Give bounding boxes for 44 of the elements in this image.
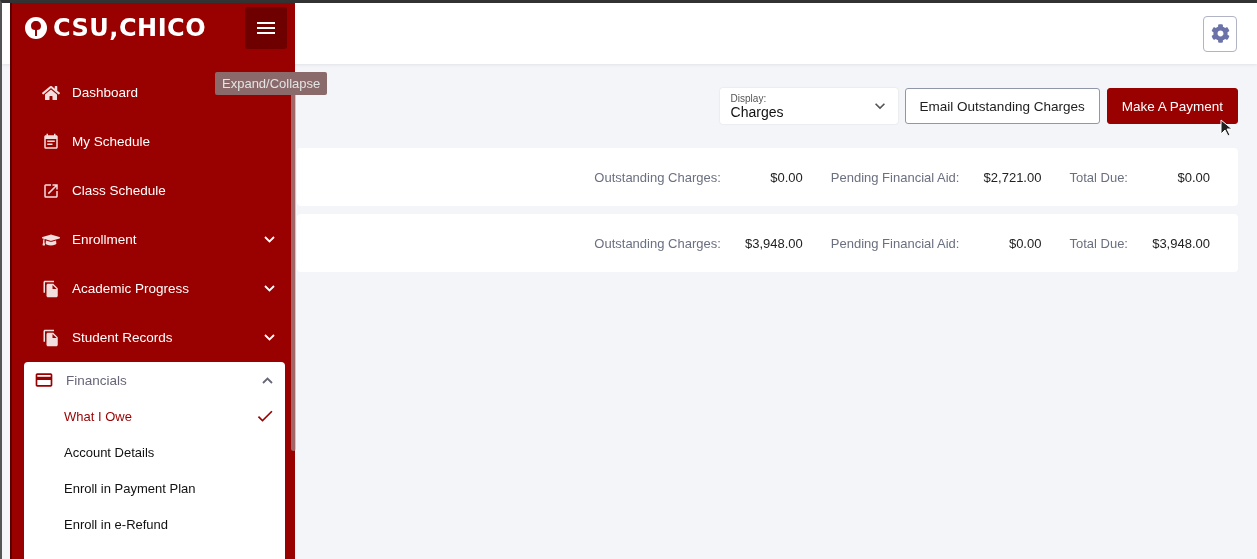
nav-subitem[interactable]: Account Details <box>24 434 285 470</box>
field-value: $2,721.00 <box>982 169 1042 185</box>
display-dropdown[interactable]: Display: Charges <box>719 88 898 124</box>
settings-button[interactable] <box>1203 15 1237 52</box>
nav-item[interactable]: My Schedule <box>72 134 275 149</box>
chevron-down-icon <box>264 334 275 341</box>
field-value: $3,948.00 <box>1151 235 1210 251</box>
payment-button[interactable]: Make A Payment <box>1106 88 1238 124</box>
menu-button[interactable] <box>245 6 287 49</box>
nav-subitem[interactable]: What I Owe <box>24 398 285 434</box>
nav-item[interactable]: Class Schedule <box>72 183 275 198</box>
external-link-icon <box>42 181 60 200</box>
field-label: Outstanding Charges: <box>594 235 721 251</box>
chevron-up-icon <box>262 376 273 384</box>
field-value: $0.00 <box>1176 169 1210 185</box>
home-icon <box>42 83 60 102</box>
nav-item[interactable]: Enrollment <box>72 232 252 247</box>
logo-icon <box>24 15 48 40</box>
field-label: Pending Financial Aid: <box>830 235 960 251</box>
nav-item[interactable]: Student Records <box>72 330 252 345</box>
field-value: $0.00 <box>769 169 803 185</box>
field-label: Pending Financial Aid: <box>830 169 960 185</box>
email-button[interactable]: Email Outstanding Charges <box>904 88 1100 124</box>
logo-text: CSU,CHICO <box>53 13 207 42</box>
chevron-down-icon <box>264 236 275 243</box>
dropdown-label: Display: <box>730 92 768 104</box>
field-label: Total Due: <box>1069 235 1128 251</box>
documents-icon <box>42 328 60 347</box>
field-value: $0.00 <box>1007 235 1042 251</box>
field-label: Outstanding Charges: <box>594 169 721 185</box>
nav-subitem[interactable]: Enroll in e-Refund <box>24 506 285 542</box>
cursor-icon <box>1220 119 1232 137</box>
nav-subitem[interactable]: Enroll in Payment Plan <box>24 470 285 506</box>
nav-item[interactable]: Academic Progress <box>72 281 252 296</box>
nav-group-header[interactable]: Financials <box>24 362 285 398</box>
documents-icon <box>42 279 60 298</box>
card-icon <box>34 370 54 390</box>
dropdown-value: Charges <box>730 103 784 120</box>
calendar-icon <box>42 132 60 151</box>
field-label: Total Due: <box>1069 169 1128 185</box>
tooltip: Expand/Collapse <box>215 72 328 95</box>
field-value: $3,948.00 <box>743 235 803 251</box>
settings-icon <box>1210 24 1230 43</box>
chevron-down-icon <box>264 285 275 292</box>
